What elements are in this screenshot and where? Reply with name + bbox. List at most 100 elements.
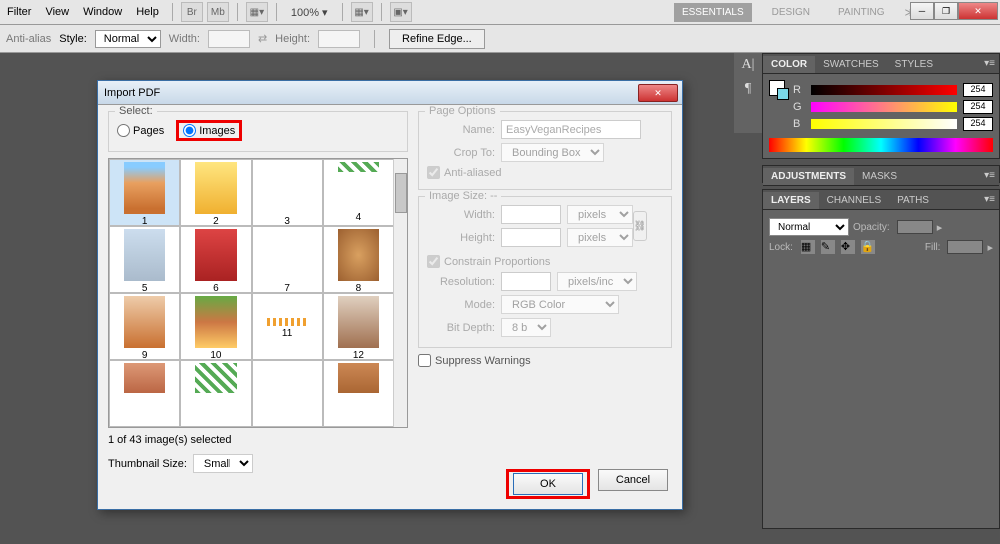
thumb-14[interactable] (180, 360, 251, 427)
paragraph-panel-icon[interactable]: ¶ (734, 77, 762, 101)
dialog-titlebar[interactable]: Import PDF ✕ (98, 81, 682, 105)
b-slider[interactable]: B254 (793, 117, 993, 131)
suppress-checkbox[interactable] (418, 354, 431, 367)
layers-panel: LAYERS CHANNELS PATHS ▾≡ Normal Opacity:… (762, 189, 1000, 529)
images-radio[interactable]: Images (183, 124, 235, 137)
menu-help[interactable]: Help (129, 6, 166, 18)
workspace-design[interactable]: DESIGN (764, 3, 818, 22)
thumb-1[interactable]: 1 (109, 159, 180, 226)
tab-swatches[interactable]: SWATCHES (815, 56, 887, 73)
thumb-16[interactable] (323, 360, 394, 427)
tab-masks[interactable]: MASKS (854, 168, 905, 185)
right-panel-stack: COLOR SWATCHES STYLES ▾≡ R254 G254 B254 … (762, 53, 1000, 544)
menu-filter[interactable]: Filter (0, 6, 38, 18)
close-button[interactable]: ✕ (958, 2, 998, 20)
lock-pixels-icon[interactable]: ▦ (801, 240, 815, 254)
panel-menu-icon[interactable]: ▾≡ (984, 170, 995, 181)
restore-button[interactable]: ❐ (934, 2, 958, 20)
adjustments-panel: ADJUSTMENTS MASKS ▾≡ (762, 165, 1000, 183)
ok-highlight: OK (506, 469, 590, 499)
swap-icon[interactable]: ⇄ (258, 32, 267, 45)
panel-menu-icon[interactable]: ▾≡ (984, 194, 995, 205)
thumb-15[interactable] (252, 360, 323, 427)
thumbsize-select[interactable]: Small (193, 454, 253, 473)
thumb-13[interactable] (109, 360, 180, 427)
background-swatch[interactable] (777, 88, 789, 100)
arrange-docs-icon[interactable]: ▦▾ (351, 2, 373, 22)
tab-channels[interactable]: CHANNELS (819, 192, 889, 209)
thumb-6[interactable]: 6 (180, 226, 251, 293)
cancel-button[interactable]: Cancel (598, 469, 668, 491)
width-unit-select: pixels (567, 205, 633, 224)
lock-paint-icon[interactable]: ✎ (821, 240, 835, 254)
thumb-12[interactable]: 12 (323, 293, 394, 360)
blend-mode-select[interactable]: Normal (769, 218, 849, 236)
bitdepth-select: 8 bit (501, 318, 551, 337)
tab-color[interactable]: COLOR (763, 56, 815, 73)
thumb-11[interactable]: 11 (252, 293, 323, 360)
height-input[interactable] (318, 30, 360, 48)
thumb-4[interactable]: 4 (323, 159, 394, 226)
tab-adjustments[interactable]: ADJUSTMENTS (763, 168, 854, 185)
select-legend: Select: (115, 105, 157, 117)
refine-edge-button[interactable]: Refine Edge... (389, 29, 485, 49)
bridge-icon[interactable]: Br (181, 2, 203, 22)
antialiased-label: Anti-aliased (444, 167, 501, 179)
image-size-fieldset: Image Size: -- Width:pixels Height:pixel… (418, 196, 672, 348)
color-spectrum[interactable] (769, 138, 993, 152)
import-pdf-dialog: Import PDF ✕ Select: Pages Images 1 2 3 … (97, 80, 683, 510)
thumb-8[interactable]: 8 (323, 226, 394, 293)
menu-view[interactable]: View (38, 6, 76, 18)
tab-layers[interactable]: LAYERS (763, 192, 819, 209)
thumb-5[interactable]: 5 (109, 226, 180, 293)
width-label: Width: (169, 33, 200, 45)
height-label: Height: (275, 33, 310, 45)
character-panel-icon[interactable]: A| (734, 53, 762, 77)
mode-label: Mode: (427, 299, 495, 311)
suppress-label: Suppress Warnings (435, 355, 531, 367)
height-input (501, 228, 561, 247)
opacity-input[interactable] (897, 220, 933, 234)
page-options-legend: Page Options (425, 105, 500, 117)
fill-input[interactable] (947, 240, 983, 254)
bitdepth-label: Bit Depth: (427, 322, 495, 334)
r-slider[interactable]: R254 (793, 83, 993, 97)
pages-radio[interactable]: Pages (117, 124, 164, 137)
extras-icon[interactable]: ▣▾ (390, 2, 412, 22)
thumb-2[interactable]: 2 (180, 159, 251, 226)
fill-label: Fill: (925, 242, 941, 253)
panel-menu-icon[interactable]: ▾≡ (984, 58, 995, 69)
menu-window[interactable]: Window (76, 6, 129, 18)
lock-position-icon[interactable]: ✥ (841, 240, 855, 254)
collapsed-panel-strip: A| ¶ (734, 53, 762, 133)
mode-select: RGB Color (501, 295, 619, 314)
constrain-label: Constrain Proportions (444, 256, 550, 268)
width-input[interactable] (208, 30, 250, 48)
dialog-title: Import PDF (104, 87, 160, 99)
thumb-3[interactable]: 3 (252, 159, 323, 226)
screen-mode-icon[interactable]: ▦▾ (246, 2, 268, 22)
grid-scrollbar[interactable] (393, 159, 407, 427)
separator (381, 3, 382, 21)
dialog-close-button[interactable]: ✕ (638, 84, 678, 102)
g-slider[interactable]: G254 (793, 100, 993, 114)
zoom-level[interactable]: 100% ▾ (283, 6, 336, 19)
height-unit-select: pixels (567, 228, 633, 247)
tab-styles[interactable]: STYLES (887, 56, 941, 73)
lock-all-icon[interactable]: 🔒 (861, 240, 875, 254)
minibridge-icon[interactable]: Mb (207, 2, 229, 22)
width-label: Width: (427, 209, 495, 221)
workspace-essentials[interactable]: ESSENTIALS (674, 3, 752, 22)
workspace-painting[interactable]: PAINTING (830, 3, 892, 22)
separator (374, 30, 375, 48)
thumb-10[interactable]: 10 (180, 293, 251, 360)
thumbnail-grid[interactable]: 1 2 3 4 5 6 7 8 9 10 11 12 (108, 158, 408, 428)
tab-paths[interactable]: PATHS (889, 192, 937, 209)
select-fieldset: Select: Pages Images (108, 111, 408, 152)
minimize-button[interactable]: ─ (910, 2, 934, 20)
ok-button[interactable]: OK (513, 473, 583, 495)
thumb-7[interactable]: 7 (252, 226, 323, 293)
style-select[interactable]: Normal (95, 30, 161, 48)
page-options-fieldset: Page Options Name: Crop To:Bounding Box … (418, 111, 672, 190)
thumb-9[interactable]: 9 (109, 293, 180, 360)
